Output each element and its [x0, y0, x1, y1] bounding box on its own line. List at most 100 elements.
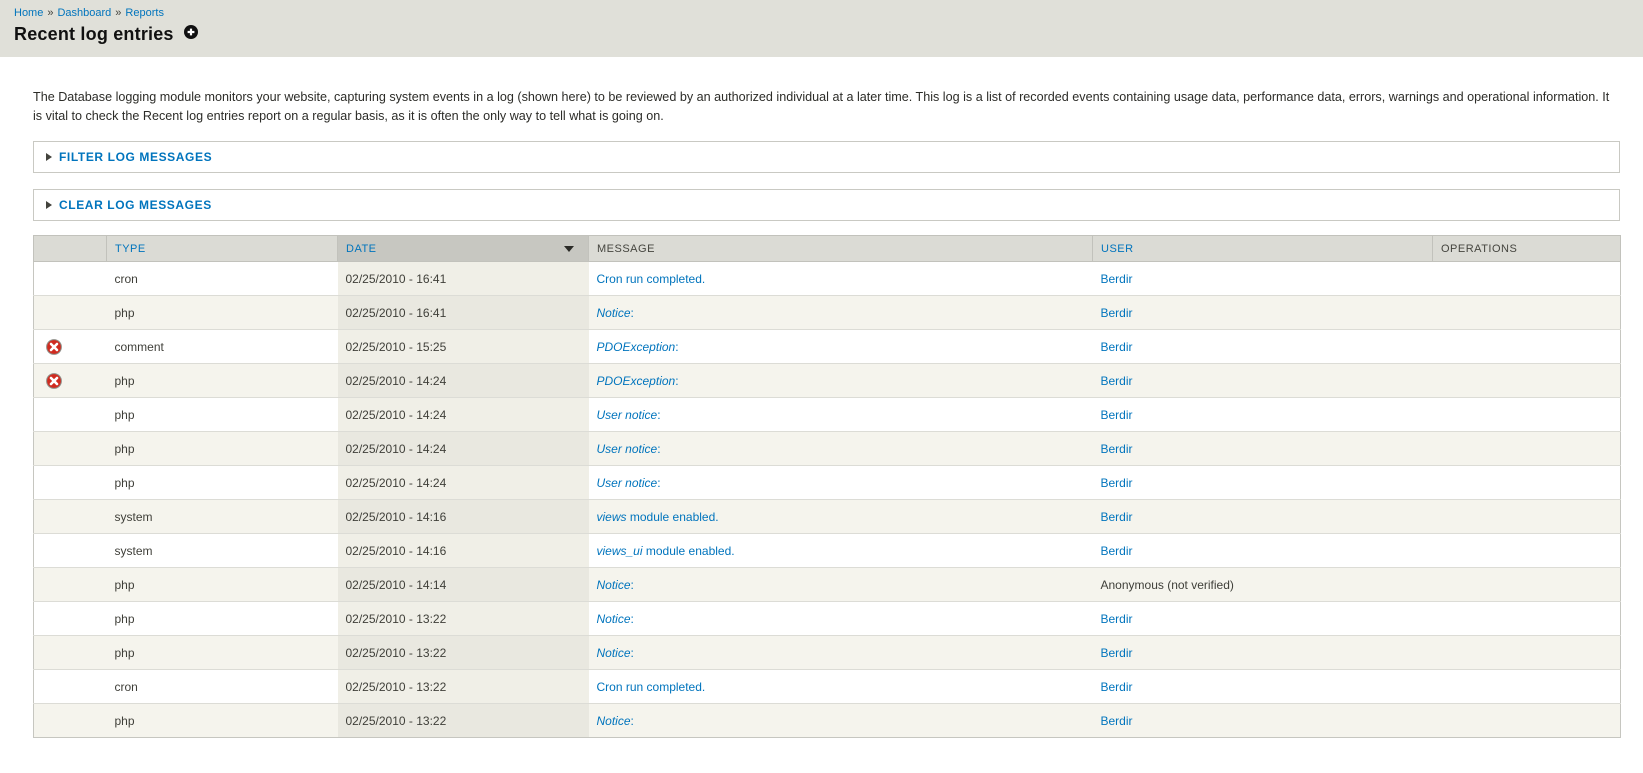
- table-row: php 02/25/2010 - 13:22 Notice: Berdir: [33, 635, 1621, 670]
- clear-log-messages-fieldset[interactable]: CLEAR LOG MESSAGES: [33, 189, 1620, 221]
- message-cell: views module enabled.: [588, 499, 1093, 534]
- message-link[interactable]: User notice:: [597, 476, 661, 490]
- message-cell: Cron run completed.: [588, 261, 1093, 296]
- type-cell: php: [106, 567, 338, 602]
- message-cell: Notice:: [588, 635, 1093, 670]
- date-cell: 02/25/2010 - 16:41: [337, 261, 589, 296]
- user-cell: Berdir: [1092, 363, 1433, 398]
- severity-column-header: [33, 235, 107, 262]
- user-link[interactable]: Berdir: [1101, 714, 1133, 728]
- date-column-header: DATE: [337, 235, 589, 262]
- message-link[interactable]: Cron run completed.: [597, 272, 706, 286]
- filter-log-messages-fieldset[interactable]: FILTER LOG MESSAGES: [33, 141, 1620, 173]
- fieldset-label: FILTER LOG MESSAGES: [59, 150, 213, 164]
- type-cell: php: [106, 465, 338, 500]
- user-cell: Berdir: [1092, 397, 1433, 432]
- severity-cell: [33, 499, 107, 534]
- severity-cell: [33, 329, 107, 364]
- date-cell: 02/25/2010 - 13:22: [337, 669, 589, 704]
- type-cell: php: [106, 703, 338, 738]
- user-link[interactable]: Berdir: [1101, 340, 1133, 354]
- breadcrumb-reports-link[interactable]: Reports: [125, 7, 164, 19]
- type-cell: php: [106, 431, 338, 466]
- user-cell: Anonymous (not verified): [1092, 567, 1433, 602]
- message-column-header: MESSAGE: [588, 235, 1093, 262]
- message-cell: PDOException:: [588, 363, 1093, 398]
- message-cell: User notice:: [588, 431, 1093, 466]
- help-icon[interactable]: [183, 25, 198, 44]
- page-description: The Database logging module monitors you…: [33, 90, 1610, 123]
- table-row: php 02/25/2010 - 16:41 Notice: Berdir: [33, 295, 1621, 330]
- user-link[interactable]: Berdir: [1101, 476, 1133, 490]
- severity-cell: [33, 295, 107, 330]
- filter-log-messages-toggle[interactable]: FILTER LOG MESSAGES: [46, 150, 212, 164]
- user-link[interactable]: Berdir: [1101, 680, 1133, 694]
- type-cell: php: [106, 363, 338, 398]
- clear-log-messages-toggle[interactable]: CLEAR LOG MESSAGES: [46, 198, 212, 212]
- message-link[interactable]: views module enabled.: [597, 510, 719, 524]
- sort-by-user-link[interactable]: USER: [1101, 243, 1134, 255]
- operations-cell: [1432, 465, 1621, 500]
- operations-cell: [1432, 499, 1621, 534]
- severity-cell: [33, 635, 107, 670]
- table-row: cron 02/25/2010 - 13:22 Cron run completed…: [33, 669, 1621, 704]
- severity-cell: [33, 567, 107, 602]
- message-link[interactable]: Notice:: [597, 646, 634, 660]
- type-cell: php: [106, 397, 338, 432]
- message-link[interactable]: User notice:: [597, 408, 661, 422]
- severity-cell: [33, 533, 107, 568]
- type-cell: cron: [106, 669, 338, 704]
- user-link[interactable]: Berdir: [1101, 306, 1133, 320]
- message-link[interactable]: PDOException:: [597, 340, 679, 354]
- error-icon: [46, 338, 62, 355]
- user-link[interactable]: Berdir: [1101, 510, 1133, 524]
- date-cell: 02/25/2010 - 13:22: [337, 635, 589, 670]
- breadcrumb-home-link[interactable]: Home: [14, 7, 43, 19]
- message-link[interactable]: User notice:: [597, 442, 661, 456]
- user-cell: Berdir: [1092, 431, 1433, 466]
- message-link[interactable]: Notice:: [597, 612, 634, 626]
- message-link[interactable]: Notice:: [597, 578, 634, 592]
- operations-cell: [1432, 431, 1621, 466]
- message-link[interactable]: Notice:: [597, 714, 634, 728]
- operations-cell: [1432, 703, 1621, 738]
- severity-cell: [33, 703, 107, 738]
- fieldset-label: CLEAR LOG MESSAGES: [59, 198, 212, 212]
- date-cell: 02/25/2010 - 14:14: [337, 567, 589, 602]
- user-column-header: USER: [1092, 235, 1433, 262]
- user-cell: Berdir: [1092, 533, 1433, 568]
- table-row: php 02/25/2010 - 14:24 PDOException: Berdir: [33, 363, 1621, 398]
- sort-by-type-link[interactable]: TYPE: [115, 243, 146, 255]
- message-cell: Notice:: [588, 567, 1093, 602]
- user-link[interactable]: Berdir: [1101, 442, 1133, 456]
- breadcrumb-dashboard-link[interactable]: Dashboard: [57, 7, 111, 19]
- message-link[interactable]: Notice:: [597, 306, 634, 320]
- message-link[interactable]: Cron run completed.: [597, 680, 706, 694]
- user-name: Anonymous (not verified): [1100, 577, 1234, 592]
- page-header: Home» Dashboard» Reports Recent log entrie…: [0, 0, 1643, 57]
- user-link[interactable]: Berdir: [1101, 408, 1133, 422]
- message-link[interactable]: views_ui module enabled.: [597, 544, 735, 558]
- user-link[interactable]: Berdir: [1101, 272, 1133, 286]
- date-cell: 02/25/2010 - 16:41: [337, 295, 589, 330]
- user-link[interactable]: Berdir: [1101, 374, 1133, 388]
- date-cell: 02/25/2010 - 14:24: [337, 431, 589, 466]
- user-link[interactable]: Berdir: [1101, 612, 1133, 626]
- log-table-body: cron 02/25/2010 - 16:41 Cron run completed…: [33, 261, 1621, 738]
- message-link[interactable]: PDOException:: [597, 374, 679, 388]
- severity-cell: [33, 601, 107, 636]
- operations-cell: [1432, 295, 1621, 330]
- severity-cell: [33, 431, 107, 466]
- user-cell: Berdir: [1092, 635, 1433, 670]
- operations-cell: [1432, 397, 1621, 432]
- table-row: system 02/25/2010 - 14:16 views_ui module …: [33, 533, 1621, 568]
- table-row: php 02/25/2010 - 14:24 User notice: Berdir: [33, 431, 1621, 466]
- message-cell: Notice:: [588, 601, 1093, 636]
- user-link[interactable]: Berdir: [1101, 646, 1133, 660]
- user-link[interactable]: Berdir: [1101, 544, 1133, 558]
- sort-by-date-link[interactable]: DATE: [346, 243, 377, 255]
- operations-cell: [1432, 567, 1621, 602]
- error-icon: [46, 372, 62, 389]
- type-cell: php: [106, 635, 338, 670]
- table-row: php 02/25/2010 - 13:22 Notice: Berdir: [33, 601, 1621, 636]
